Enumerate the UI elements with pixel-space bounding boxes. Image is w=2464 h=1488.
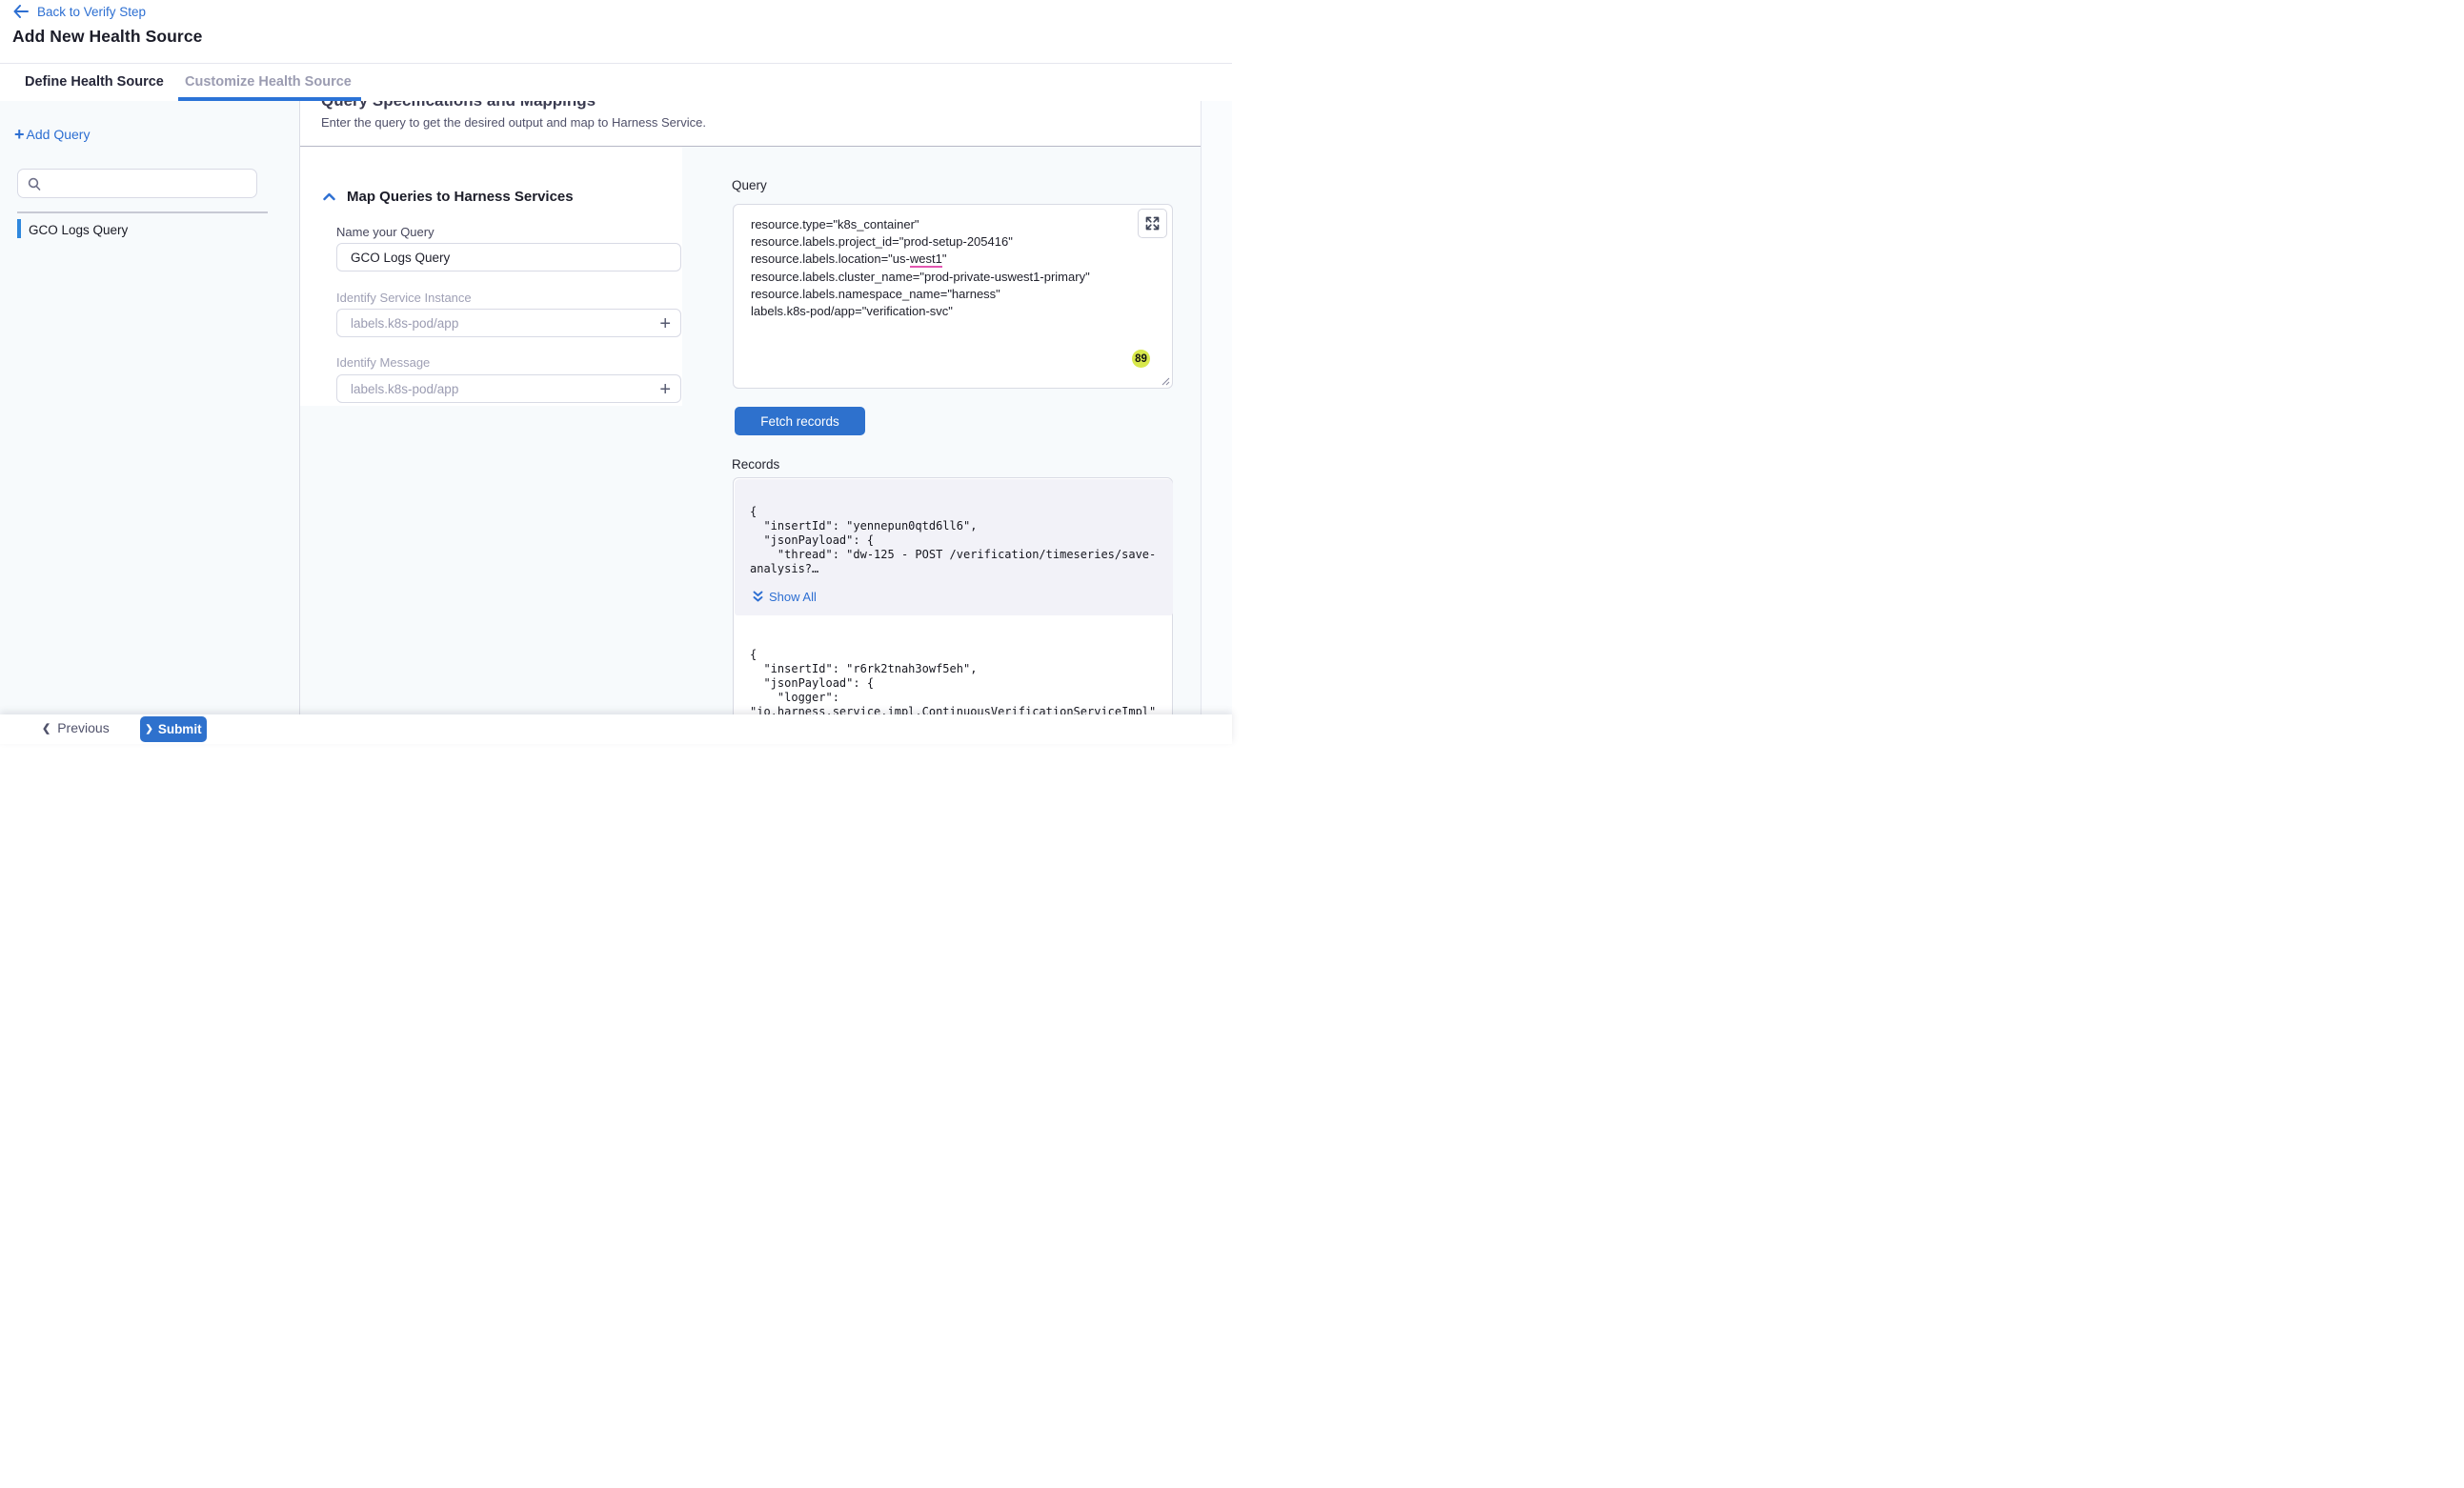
page-title: Add New Health Source (12, 27, 203, 47)
identify-message-input[interactable]: labels.k8s-pod/app + (336, 374, 681, 403)
identify-service-instance-label: Identify Service Instance (336, 291, 472, 305)
plus-icon: + (14, 127, 25, 142)
expand-query-button[interactable] (1138, 209, 1167, 238)
tab-bar: Define Health Source Customize Health So… (0, 64, 1232, 101)
search-input[interactable] (49, 175, 233, 191)
spellcheck-underline: west1 (910, 251, 942, 268)
show-all-link[interactable]: Show All (753, 590, 817, 604)
submit-button[interactable]: ❯ Submit (140, 716, 207, 742)
query-text: resource.type="k8s_container"resource.la… (751, 216, 1090, 320)
previous-button[interactable]: ❮ Previous (42, 720, 110, 735)
identify-message-value: labels.k8s-pod/app (351, 382, 458, 396)
chevron-left-icon: ❮ (42, 722, 50, 734)
back-arrow-icon (13, 5, 29, 18)
sidebar-divider (17, 211, 268, 213)
sidebar-item-gco-logs-query[interactable]: GCO Logs Query (0, 217, 299, 242)
name-query-input[interactable]: GCO Logs Query (336, 243, 681, 271)
page-header: Back to Verify Step Add New Health Sourc… (0, 0, 1232, 64)
chevron-right-icon: ❯ (145, 724, 152, 734)
wizard-footer: ❮ Previous ❯ Submit (0, 714, 1232, 744)
map-queries-collapse-header[interactable]: Map Queries to Harness Services (323, 189, 574, 205)
record-1-json: { "insertId": "yennepun0qtd6ll6", "jsonP… (750, 505, 1156, 576)
map-queries-title: Map Queries to Harness Services (347, 189, 574, 205)
section-heading-band: Query Specifications and Mappings Enter … (300, 101, 1201, 147)
identify-message-label: Identify Message (336, 355, 430, 370)
query-item-label: GCO Logs Query (29, 223, 128, 237)
show-all-label: Show All (769, 590, 817, 604)
chevron-up-icon[interactable] (323, 192, 335, 201)
selected-indicator-bar (17, 219, 21, 238)
add-service-instance-path-button[interactable]: + (659, 312, 671, 336)
back-to-verify-link[interactable]: Back to Verify Step (13, 4, 146, 19)
content-area: + Add Query GCO Logs Query Query Specifi… (0, 101, 1232, 714)
name-query-label: Name your Query (336, 225, 434, 239)
identify-service-instance-input[interactable]: labels.k8s-pod/app + (336, 309, 681, 337)
fullscreen-expand-icon (1145, 216, 1160, 231)
records-label: Records (732, 457, 779, 472)
fetch-records-button[interactable]: Fetch records (735, 407, 865, 435)
back-link-label: Back to Verify Step (37, 5, 146, 19)
tab-customize-health-source[interactable]: Customize Health Source (185, 74, 352, 90)
add-query-label: Add Query (27, 127, 91, 142)
add-message-path-button[interactable]: + (659, 377, 671, 402)
right-gutter (1202, 101, 1232, 714)
tab-define-health-source[interactable]: Define Health Source (25, 74, 164, 90)
name-query-value: GCO Logs Query (351, 251, 450, 265)
query-textarea[interactable]: resource.type="k8s_container"resource.la… (733, 204, 1173, 389)
record-item-1[interactable]: { "insertId": "yennepun0qtd6ll6", "jsonP… (735, 479, 1173, 615)
submit-label: Submit (158, 722, 202, 736)
record-item-2[interactable]: { "insertId": "r6rk2tnah3owf5eh", "jsonP… (750, 648, 1156, 714)
previous-label: Previous (57, 720, 109, 735)
query-search-box[interactable] (17, 169, 257, 198)
query-label: Query (732, 178, 767, 192)
identify-service-instance-value: labels.k8s-pod/app (351, 316, 458, 331)
character-count-badge: 89 (1132, 350, 1150, 368)
records-container: { "insertId": "yennepun0qtd6ll6", "jsonP… (733, 477, 1173, 714)
resize-handle[interactable] (1161, 377, 1170, 386)
map-queries-panel: Map Queries to Harness Services Name you… (300, 147, 682, 406)
section-heading: Query Specifications and Mappings (321, 101, 1201, 111)
add-query-button[interactable]: + Add Query (14, 127, 90, 142)
section-subheading: Enter the query to get the desired outpu… (321, 115, 1201, 130)
search-icon (28, 177, 41, 191)
double-chevron-down-icon (753, 591, 763, 603)
card-right-border (1201, 101, 1202, 714)
